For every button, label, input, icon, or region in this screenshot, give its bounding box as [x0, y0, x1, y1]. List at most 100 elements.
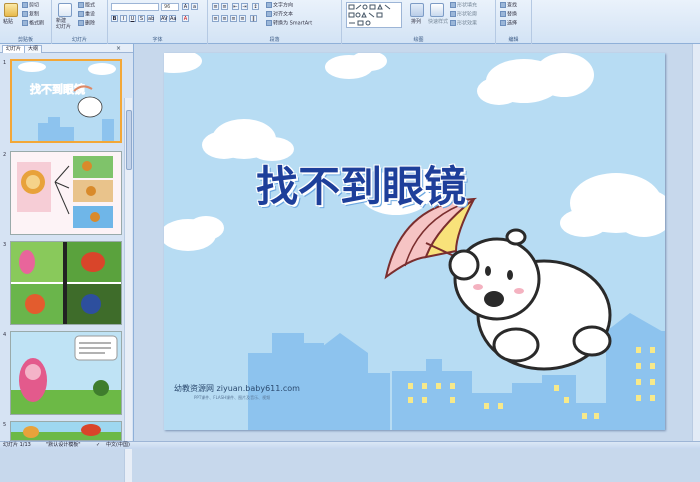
- shrink-font-icon[interactable]: a: [191, 3, 198, 10]
- brush-icon: [22, 20, 28, 26]
- shapes-icon: [348, 3, 391, 26]
- text-direction-icon: [266, 2, 272, 8]
- watermark-subtext: PPT课件、FLASH课件、图片及音乐、视频: [194, 395, 271, 400]
- scissors-icon: [22, 2, 28, 8]
- slide-thumbnail[interactable]: [10, 331, 122, 415]
- bullets-icon[interactable]: ≡: [212, 3, 219, 10]
- reset-button[interactable]: 重设: [78, 11, 95, 19]
- select-button[interactable]: 选择: [500, 20, 517, 28]
- new-slide-icon[interactable]: [58, 3, 72, 17]
- binoculars-icon: [500, 2, 506, 8]
- group-label: 段落: [269, 37, 280, 43]
- shadow-icon[interactable]: S: [138, 15, 145, 22]
- reset-icon: [78, 11, 84, 17]
- align-text-icon: [266, 11, 272, 17]
- delete-slide-button[interactable]: 删除: [78, 20, 95, 28]
- bold-icon[interactable]: B: [111, 15, 118, 22]
- new-slide-button[interactable]: 新建 幻灯片: [56, 18, 71, 30]
- slide-number: 3: [3, 242, 7, 248]
- layout-icon: [78, 2, 84, 8]
- arrange-button[interactable]: 排列: [411, 19, 421, 26]
- copy-button[interactable]: 复制: [22, 11, 39, 19]
- cut-button[interactable]: 剪切: [22, 2, 39, 10]
- text-direction-button[interactable]: 文字方向: [266, 2, 293, 10]
- slide-background: [164, 53, 665, 430]
- editor-scrollbar[interactable]: [692, 44, 700, 441]
- slides-group: 新建 幻灯片 版式 重设 删除 幻灯片: [52, 0, 108, 44]
- numbering-icon[interactable]: ≡: [221, 3, 228, 10]
- quick-styles-icon[interactable]: [430, 3, 444, 17]
- find-button[interactable]: 查找: [500, 2, 517, 10]
- clipboard-group: 粘贴 剪切 复制 格式刷 剪贴板: [0, 0, 52, 44]
- change-case-icon[interactable]: Aa: [169, 15, 176, 22]
- shape-effects-button[interactable]: 形状效果: [450, 20, 477, 28]
- shapes-gallery[interactable]: [346, 2, 402, 28]
- tab-slides[interactable]: 幻灯片: [2, 45, 26, 53]
- slide-number: 2: [3, 152, 7, 158]
- panel-scrollbar[interactable]: [124, 98, 132, 482]
- quick-styles-button[interactable]: 快速样式: [428, 19, 448, 26]
- decrease-indent-icon[interactable]: ⇤: [232, 3, 239, 10]
- layout-button[interactable]: 版式: [78, 2, 95, 10]
- format-painter-button[interactable]: 格式刷: [22, 20, 44, 28]
- smartart-button[interactable]: 转换为 SmartArt: [266, 20, 312, 28]
- slide-counter: 幻灯片 1/13: [3, 442, 31, 448]
- editing-group: 查找 替换 选择 编辑: [496, 0, 532, 44]
- group-label: 编辑: [508, 37, 519, 43]
- panel-tabs: 幻灯片 大纲 ×: [0, 44, 133, 53]
- language-status[interactable]: 中文(中国): [106, 442, 130, 449]
- replace-button[interactable]: 替换: [500, 11, 517, 19]
- align-text-button[interactable]: 对齐文本: [266, 11, 293, 19]
- align-right-icon[interactable]: ≡: [230, 15, 237, 22]
- slide-3-preview: [11, 242, 121, 324]
- slide-1-preview: 找不到眼镜: [18, 62, 116, 141]
- slide-thumbnail[interactable]: [10, 421, 122, 441]
- group-label: 剪贴板: [17, 37, 33, 43]
- polar-bear-illustration: [448, 228, 612, 371]
- close-panel-icon[interactable]: ×: [116, 45, 121, 52]
- underline-icon[interactable]: U: [129, 15, 136, 22]
- smartart-icon: [266, 20, 272, 26]
- align-left-icon[interactable]: ≡: [212, 15, 219, 22]
- slide-5-preview: [11, 424, 121, 440]
- line-spacing-icon[interactable]: ↕: [252, 3, 259, 10]
- tab-outline[interactable]: 大纲: [24, 45, 43, 53]
- increase-indent-icon[interactable]: ⇥: [241, 3, 248, 10]
- paste-icon[interactable]: [4, 3, 18, 17]
- panel-scroll-thumb[interactable]: [126, 110, 132, 170]
- slide-number: 4: [3, 332, 7, 338]
- drawing-group: 排列 快速样式 形状填充 形状轮廓 形状效果 绘图: [342, 0, 496, 44]
- slide-number: 5: [3, 422, 7, 428]
- grow-font-icon[interactable]: A: [182, 3, 189, 10]
- slide-4-preview: [11, 335, 121, 414]
- paragraph-group: ≡ ≡ ⇤ ⇥ ↕ ≡ ≡ ≡ ≡ ‖ 文字方向 对齐文本 转换为 SmartA…: [208, 0, 342, 44]
- slide-thumbnail[interactable]: 找不到眼镜: [10, 59, 122, 143]
- font-group: 96 A a B I U S ab AV Aa A 字体: [108, 0, 208, 44]
- font-color-icon[interactable]: A: [182, 15, 189, 22]
- strikethrough-icon[interactable]: ab: [147, 15, 154, 22]
- slide-thumbnail[interactable]: [10, 151, 122, 235]
- ribbon: 粘贴 剪切 复制 格式刷 剪贴板 新建 幻灯片 版式 重设 删除 幻灯片 96 …: [0, 0, 700, 44]
- columns-icon[interactable]: ‖: [250, 15, 257, 22]
- shape-fill-button[interactable]: 形状填充: [450, 2, 477, 10]
- status-bar: 幻灯片 1/13 "默认设计模板" ✓ 中文(中国): [0, 441, 700, 449]
- spellcheck-icon[interactable]: ✓: [96, 442, 100, 449]
- slide-title[interactable]: 找不到眼镜: [256, 153, 466, 214]
- font-name-combo[interactable]: [111, 3, 159, 11]
- justify-icon[interactable]: ≡: [239, 15, 246, 22]
- font-size-combo[interactable]: 96: [161, 3, 179, 11]
- cursor-icon: [500, 20, 506, 26]
- shape-outline-button[interactable]: 形状轮廓: [450, 11, 477, 19]
- align-center-icon[interactable]: ≡: [221, 15, 228, 22]
- group-label: 幻灯片: [71, 37, 87, 43]
- arrange-icon[interactable]: [410, 3, 424, 17]
- pen-icon: [450, 11, 456, 17]
- group-label: 字体: [152, 37, 163, 43]
- italic-icon[interactable]: I: [120, 15, 127, 22]
- slide-2-preview: [17, 156, 113, 228]
- paste-button[interactable]: 粘贴: [3, 19, 13, 26]
- char-spacing-icon[interactable]: AV: [160, 15, 168, 22]
- current-slide[interactable]: 找不到眼镜 幼教资源网 ziyuan.baby611.com PPT课件、FLA…: [164, 53, 665, 430]
- paint-bucket-icon: [450, 2, 456, 8]
- slide-thumbnail[interactable]: [10, 241, 122, 325]
